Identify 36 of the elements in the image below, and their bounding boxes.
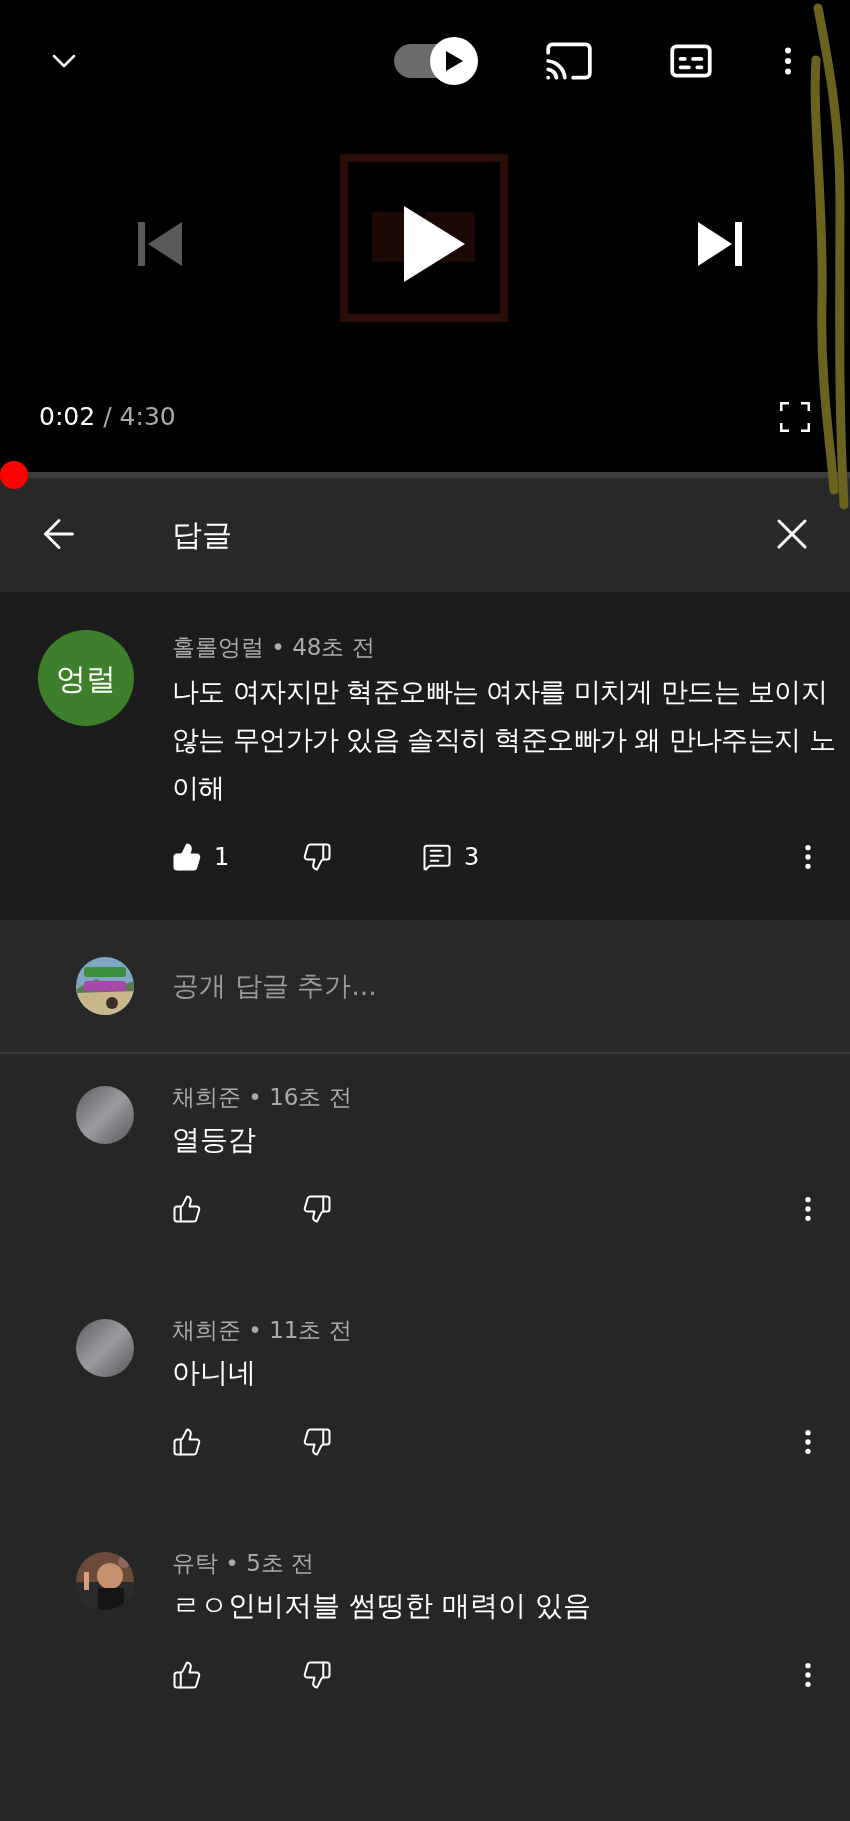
panel-title: 답글 bbox=[172, 515, 232, 554]
like-count: 1 bbox=[214, 842, 230, 873]
reply-input[interactable]: 공개 답글 추가... bbox=[172, 965, 850, 1007]
avatar-initials: 엉럴 bbox=[56, 659, 116, 698]
next-icon[interactable] bbox=[698, 222, 742, 266]
comment-text: 나도 여자지만 혁준오빠는 여자를 미치게 만드는 보이지 않는 무언가가 있음 솔직히 혁준오빠가 왜 만나주는지 노이해 bbox=[172, 675, 837, 805]
elapsed-time: 0:02 bbox=[39, 401, 96, 433]
thumbs-down-icon bbox=[302, 1427, 332, 1457]
thumbs-down-icon bbox=[302, 1194, 332, 1224]
thumbs-up-icon bbox=[172, 1427, 202, 1457]
comment-text: 아니네 bbox=[172, 1355, 257, 1391]
previous-icon[interactable] bbox=[138, 222, 182, 266]
progress-handle[interactable] bbox=[0, 461, 28, 489]
fullscreen-icon[interactable] bbox=[780, 402, 810, 432]
comment-meta: 홀롤엉럴 • 48초 전 bbox=[172, 633, 376, 662]
avatar bbox=[76, 1086, 134, 1144]
thumbs-down-icon bbox=[302, 842, 332, 872]
play-icon bbox=[444, 50, 464, 72]
comment-meta: 채희준 • 16초 전 bbox=[172, 1083, 353, 1112]
like-button[interactable]: 1 bbox=[172, 839, 302, 875]
comment-meta: 유탁 • 5초 전 bbox=[172, 1549, 316, 1578]
reply-button[interactable]: 3 bbox=[422, 839, 480, 875]
duration: 4:30 bbox=[119, 401, 176, 433]
comment-text: 열등감 bbox=[172, 1122, 257, 1158]
avatar bbox=[76, 1319, 134, 1377]
comment-icon bbox=[422, 842, 452, 872]
time-separator: / bbox=[103, 401, 112, 433]
comment-meta: 채희준 • 11초 전 bbox=[172, 1316, 353, 1345]
thumbs-up-icon bbox=[172, 1194, 202, 1224]
thumbs-down-icon bbox=[302, 1660, 332, 1690]
autoplay-toggle[interactable] bbox=[392, 37, 478, 85]
play-icon[interactable] bbox=[402, 205, 466, 283]
thumbs-up-icon bbox=[172, 1660, 202, 1690]
comment-text: ㄹㅇ인비저블 썸띵한 매력이 있음 bbox=[172, 1588, 592, 1624]
video-player[interactable]: 0:02 / 4:30 bbox=[0, 0, 850, 461]
thumbs-up-icon bbox=[172, 842, 202, 872]
